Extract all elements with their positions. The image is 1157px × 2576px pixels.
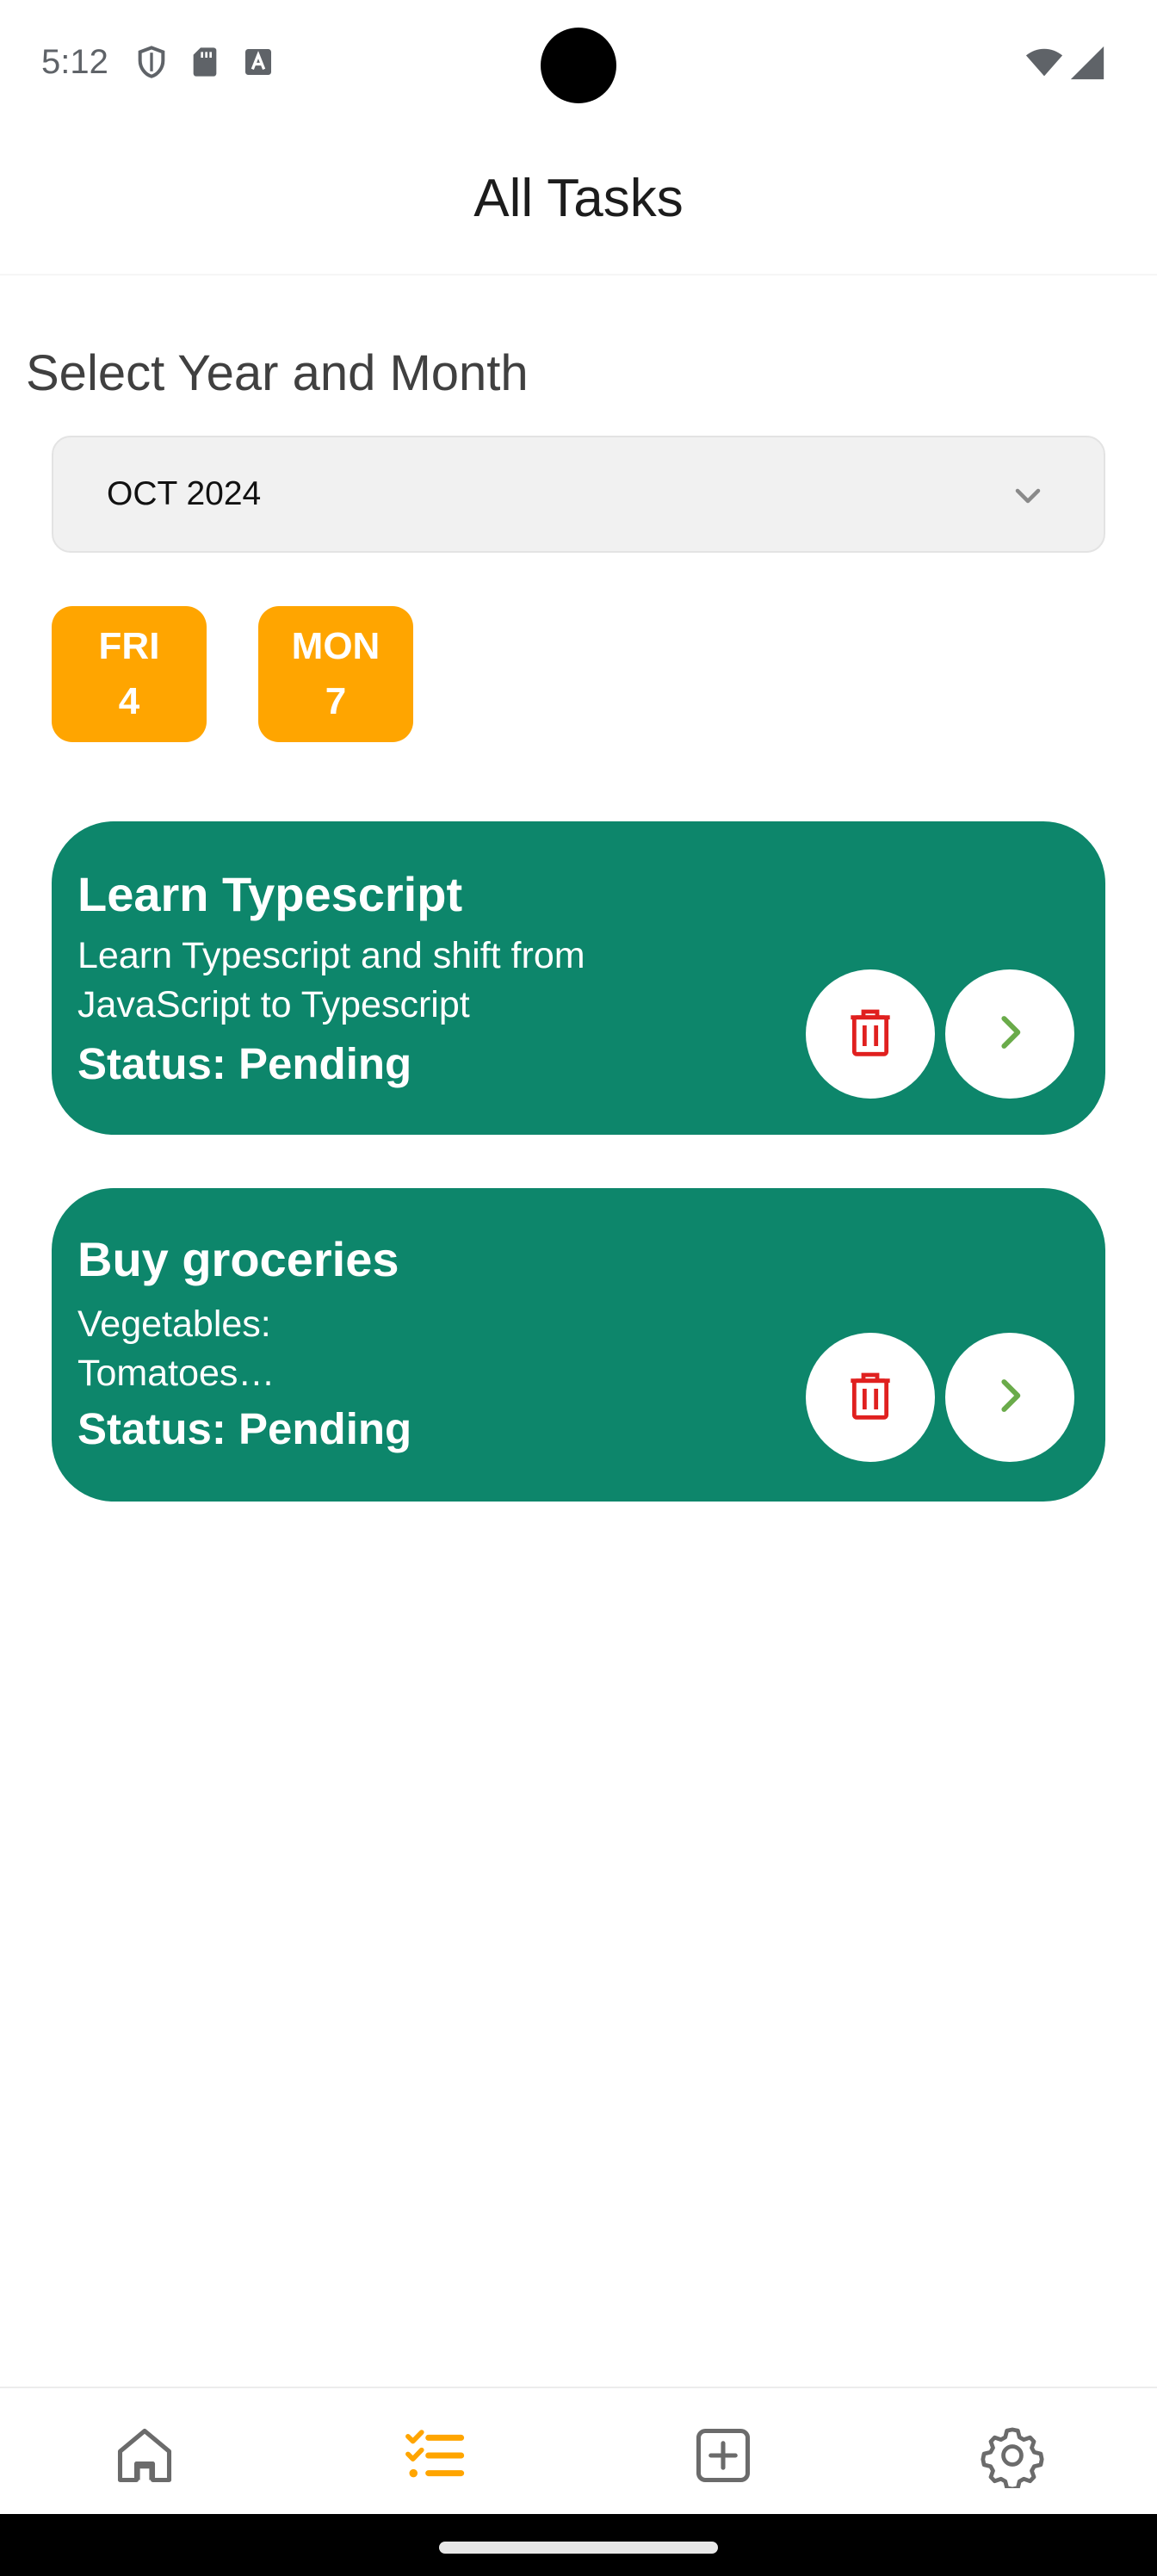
status-icons-left <box>134 45 275 84</box>
chevron-down-icon <box>1012 480 1043 511</box>
task-title: Buy groceries <box>77 1232 399 1286</box>
task-description: Learn Typescript and shift from JavaScri… <box>77 935 585 1025</box>
cell-signal-icon <box>1067 43 1107 87</box>
trash-icon <box>843 1005 898 1064</box>
settings-gear-icon <box>980 2423 1045 2492</box>
sd-card-icon <box>188 45 222 84</box>
day-chip-day: 4 <box>118 680 140 722</box>
year-month-dropdown[interactable]: OCT 2024 <box>52 436 1105 553</box>
nav-tasks[interactable] <box>399 2423 468 2492</box>
day-chip-weekday: MON <box>291 625 381 667</box>
task-description-line: Tomatoes… <box>77 1353 275 1394</box>
day-chip-weekday: FRI <box>98 625 160 667</box>
open-task-button[interactable] <box>945 969 1074 1099</box>
tasks-list-icon <box>401 2423 467 2492</box>
day-chip-mon-7[interactable]: MON 7 <box>258 606 413 742</box>
bottom-nav <box>0 2387 1157 2514</box>
open-task-button[interactable] <box>945 1333 1074 1462</box>
selected-month-value: OCT 2024 <box>107 475 262 512</box>
camera-cutout <box>541 28 616 103</box>
nav-home[interactable] <box>110 2423 179 2492</box>
nav-settings[interactable] <box>978 2423 1047 2492</box>
delete-task-button[interactable] <box>806 969 935 1099</box>
chevron-right-icon <box>982 1368 1037 1427</box>
task-card[interactable]: Learn Typescript Learn Typescript and sh… <box>52 821 1105 1135</box>
status-bar: 5:12 <box>0 0 1157 129</box>
task-card[interactable]: Buy groceries Vegetables: Tomatoes… Stat… <box>52 1188 1105 1502</box>
delete-task-button[interactable] <box>806 1333 935 1462</box>
status-icons-right <box>1024 43 1107 87</box>
home-icon <box>112 2423 177 2492</box>
nav-add-task[interactable] <box>689 2423 758 2492</box>
wifi-icon <box>1024 43 1064 87</box>
task-status: Status: Pending <box>77 1039 412 1088</box>
task-description-line: Vegetables: <box>77 1303 271 1345</box>
page-title: All Tasks <box>473 168 684 228</box>
day-chip-day: 7 <box>325 680 347 722</box>
app-header: All Tasks <box>0 129 1157 276</box>
gesture-handle[interactable] <box>439 2542 718 2554</box>
status-time: 5:12 <box>41 43 108 81</box>
task-description: Vegetables: Tomatoes… <box>77 1300 732 1398</box>
select-year-month-label: Select Year and Month <box>26 345 529 401</box>
trash-icon <box>843 1368 898 1427</box>
chevron-right-icon <box>982 1005 1037 1064</box>
day-chip-fri-4[interactable]: FRI 4 <box>52 606 207 742</box>
screen: 5:12 All Tasks Select Year and Month OCT… <box>0 0 1157 2576</box>
task-status: Status: Pending <box>77 1404 412 1453</box>
task-title: Learn Typescript <box>77 867 463 921</box>
shield-icon <box>134 45 169 84</box>
add-square-icon <box>690 2423 756 2492</box>
text-a-icon <box>241 45 275 84</box>
